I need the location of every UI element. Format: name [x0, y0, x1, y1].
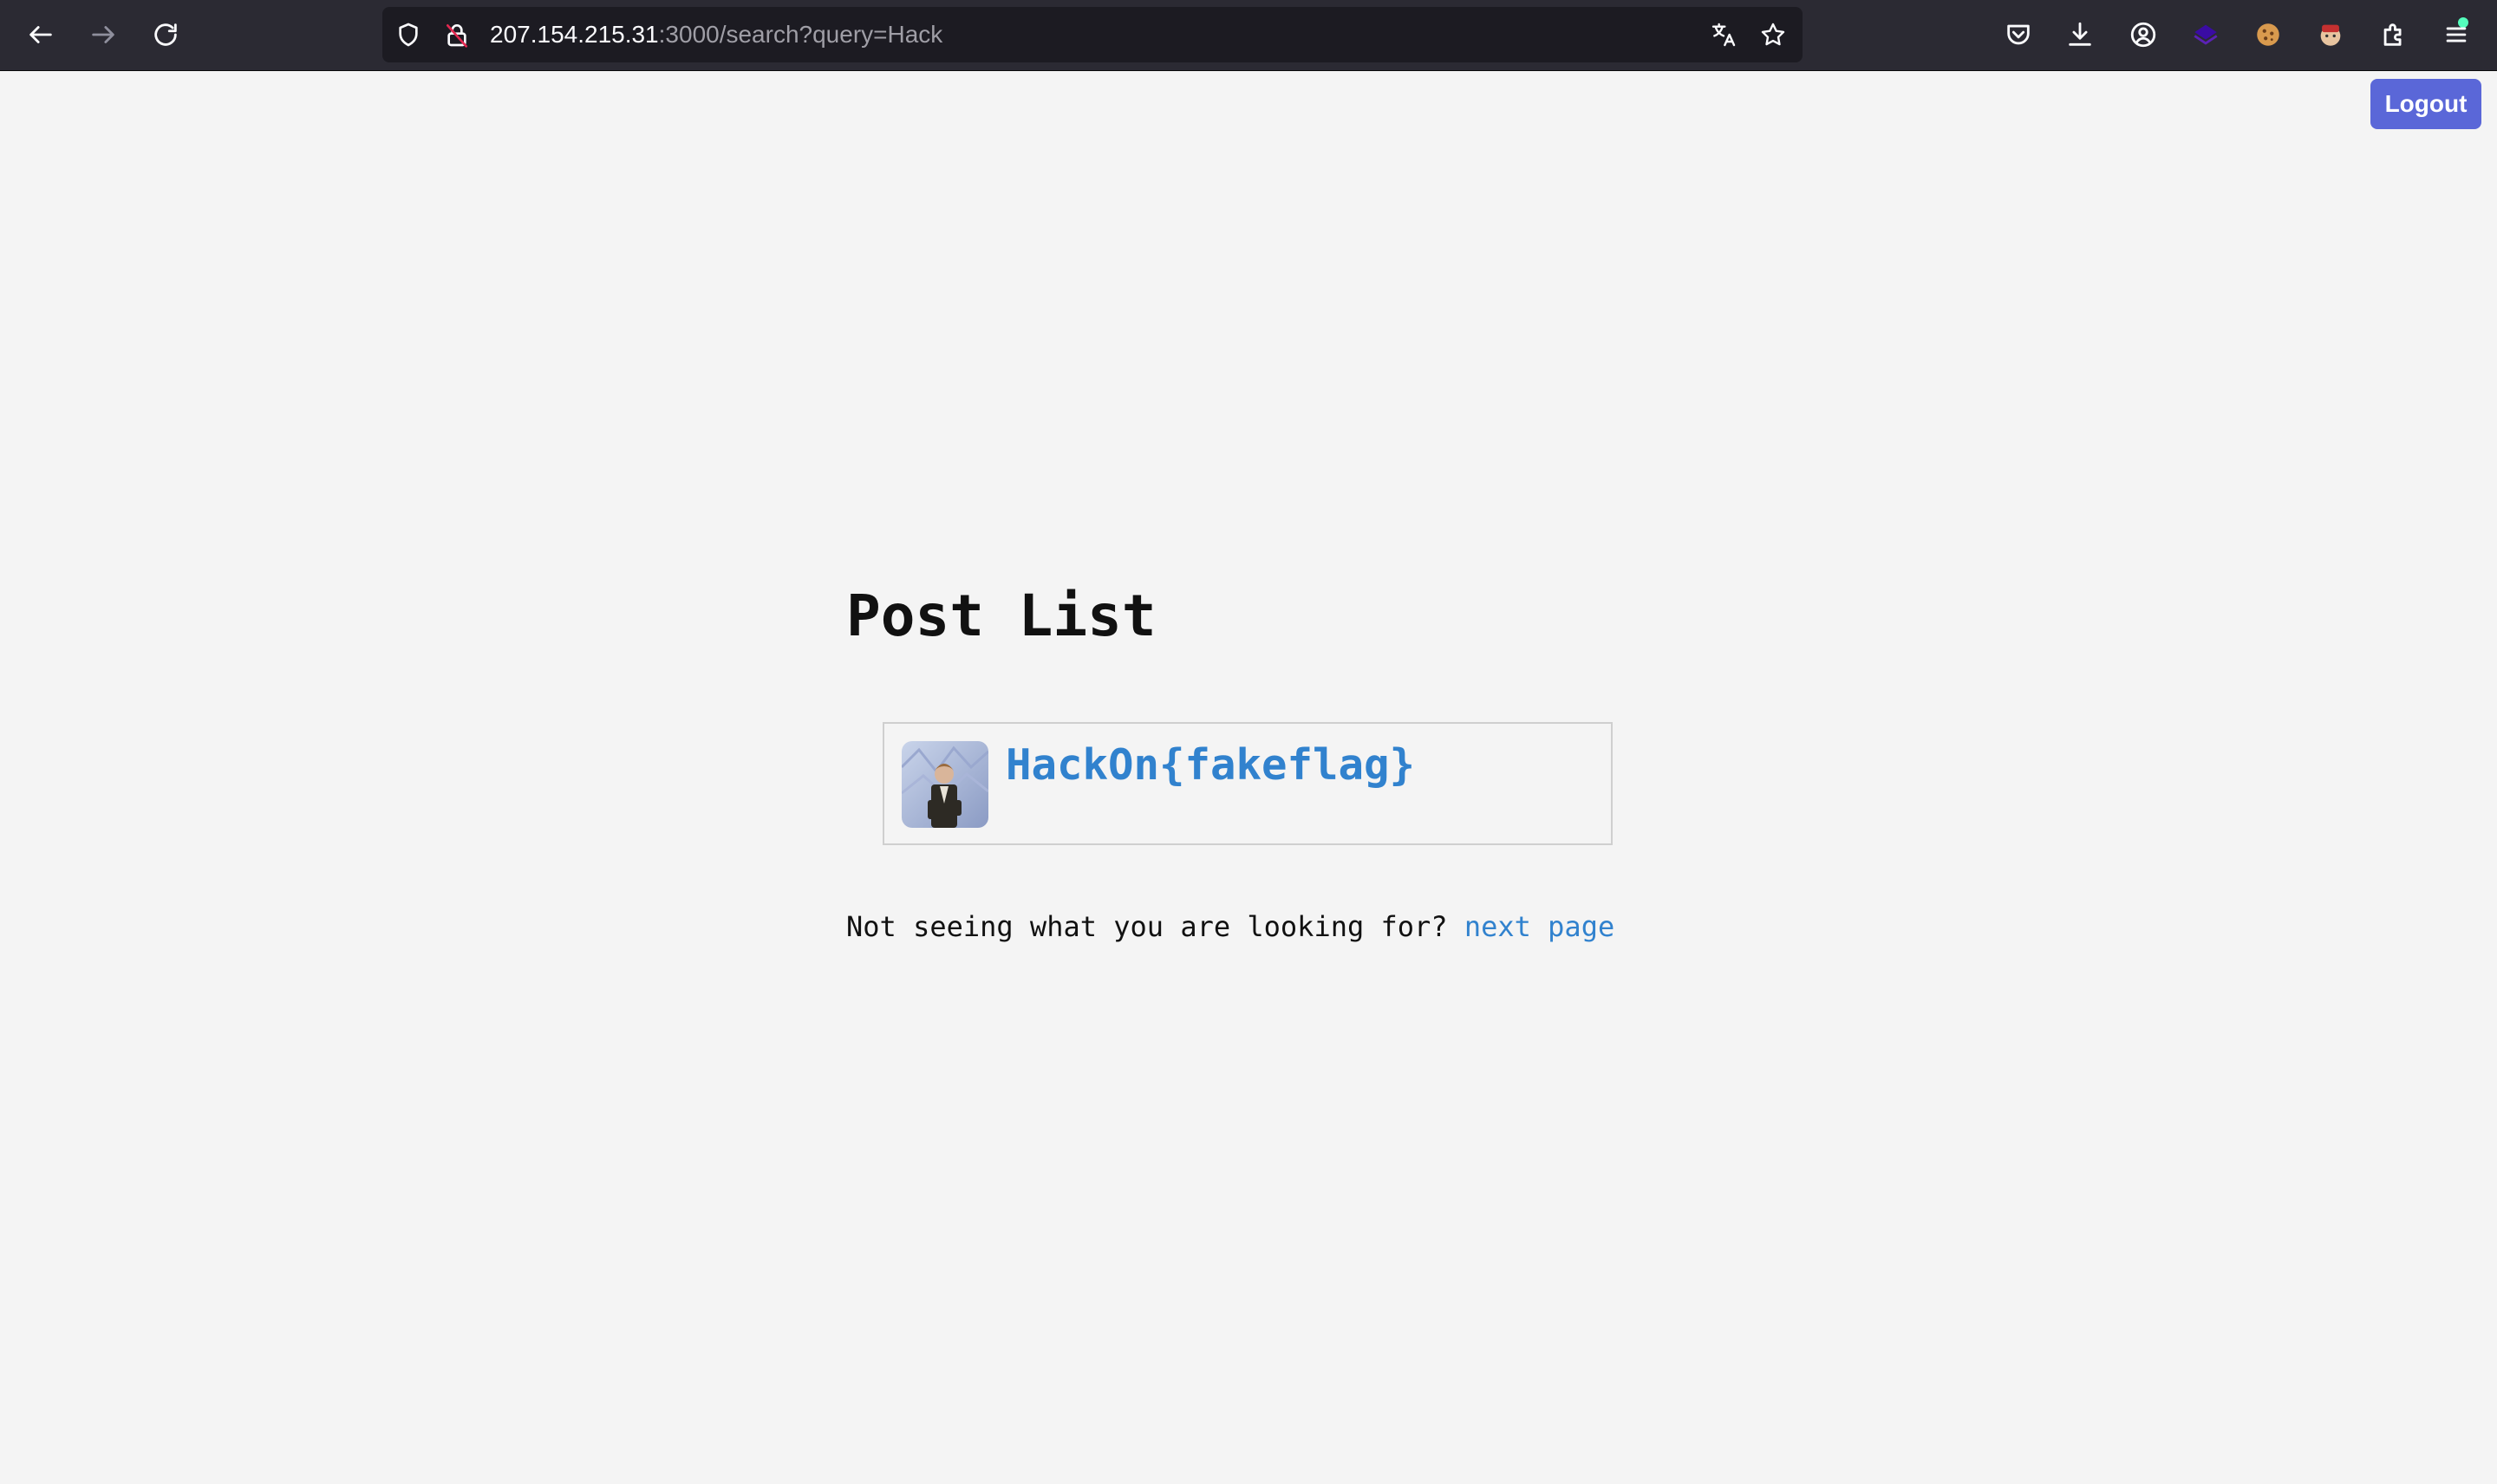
account-icon[interactable]	[2126, 17, 2161, 52]
pocket-icon[interactable]	[2001, 17, 2036, 52]
logout-button[interactable]: Logout	[2370, 79, 2481, 129]
browser-toolbar: 207.154.215.31:3000/search?query=Hack	[0, 0, 2497, 71]
url-text[interactable]: 207.154.215.31:3000/search?query=Hack	[490, 7, 942, 62]
page-title: Post List	[846, 583, 1157, 649]
star-icon[interactable]	[1757, 19, 1789, 50]
hamburger-menu-icon[interactable]	[2439, 17, 2474, 52]
insecure-lock-icon[interactable]	[441, 19, 473, 50]
url-host: 207.154.215.31	[490, 21, 659, 48]
download-icon[interactable]	[2063, 17, 2097, 52]
url-path: :3000/search?query=Hack	[658, 21, 943, 48]
shield-icon[interactable]	[393, 19, 424, 50]
pagination-hint: Not seeing what you are looking for? nex…	[846, 905, 1614, 948]
url-bar[interactable]: 207.154.215.31:3000/search?query=Hack	[382, 7, 1803, 62]
next-page-link[interactable]: next page	[1464, 910, 1614, 943]
extension-layers-icon[interactable]	[2188, 17, 2223, 52]
pagination-text: Not seeing what you are looking for?	[846, 910, 1464, 943]
post-title-link[interactable]: HackOn{fakeflag}	[1006, 739, 1415, 791]
post-thumbnail[interactable]	[902, 741, 988, 828]
forward-arrow-icon[interactable]	[86, 17, 121, 52]
extension-avatar-icon[interactable]	[2313, 17, 2348, 52]
extensions-puzzle-icon[interactable]	[2376, 17, 2411, 52]
cookie-icon[interactable]	[2251, 17, 2285, 52]
post-card[interactable]: HackOn{fakeflag}	[883, 722, 1613, 845]
reload-icon[interactable]	[148, 17, 183, 52]
back-arrow-icon[interactable]	[23, 17, 58, 52]
translate-icon[interactable]	[1708, 19, 1739, 50]
